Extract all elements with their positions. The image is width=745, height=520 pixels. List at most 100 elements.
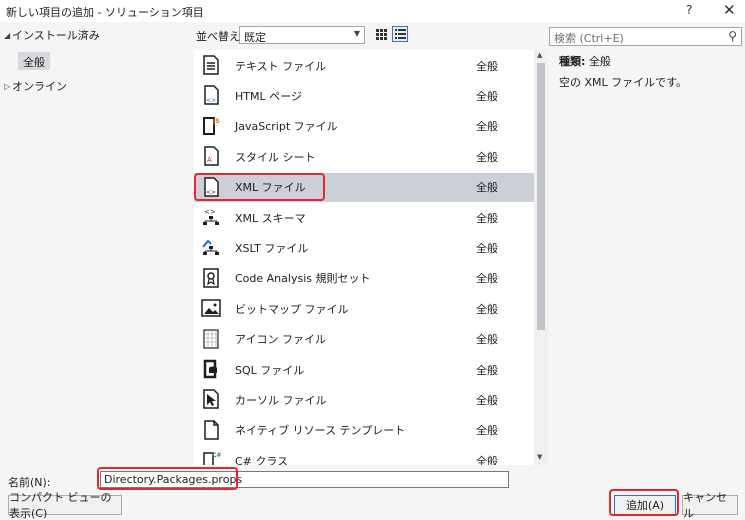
- template-item-category: 全般: [476, 120, 498, 134]
- sort-dropdown-value: 既定: [244, 31, 266, 44]
- template-item-name: JavaScript ファイル: [235, 120, 338, 134]
- template-item-category: 全般: [476, 59, 498, 73]
- compact-view-button[interactable]: コンパクト ビューの表示(C): [8, 491, 122, 520]
- template-item-category: 全般: [476, 333, 498, 347]
- template-item[interactable]: XSLT ファイル 全般: [194, 233, 534, 262]
- svg-text:JS: JS: [212, 118, 220, 125]
- svg-text:<>: <>: [204, 208, 216, 216]
- add-button[interactable]: 追加(A): [614, 495, 676, 515]
- svg-text:A: A: [207, 156, 212, 164]
- template-item-category: 全般: [476, 241, 498, 255]
- template-list: テキスト ファイル 全般 <> HTML ページ 全般 JS JavaScript ファイル…: [194, 50, 548, 465]
- template-item-name: ビットマップ ファイル: [235, 302, 349, 316]
- sort-label: 並べ替え:: [196, 30, 244, 43]
- list-scrollbar[interactable]: ▲ ▼: [534, 50, 548, 465]
- template-item-name: XML スキーマ: [235, 211, 306, 225]
- title-bar: 新しい項目の追加 - ソリューション項目 ? ✕: [0, 0, 745, 22]
- template-item[interactable]: A スタイル シート 全般: [194, 142, 534, 171]
- tree-item-installed[interactable]: ◢ インストール済み: [0, 26, 100, 44]
- expanded-arrow-icon[interactable]: ◢: [0, 31, 12, 40]
- template-item-name: テキスト ファイル: [235, 59, 327, 73]
- template-item-category: 全般: [476, 393, 498, 407]
- template-item-category: 全般: [476, 150, 498, 164]
- svg-text:C#: C#: [212, 452, 221, 459]
- bitmap-file-icon: [200, 297, 222, 319]
- template-item[interactable]: <> HTML ページ 全般: [194, 81, 534, 110]
- collapsed-arrow-icon[interactable]: ▷: [0, 82, 12, 91]
- scroll-thumb[interactable]: [537, 63, 545, 330]
- template-item-name: スタイル シート: [235, 150, 316, 164]
- template-item[interactable]: アイコン ファイル 全般: [194, 325, 534, 354]
- list-view-icon: [394, 28, 406, 39]
- name-label: 名前(N):: [8, 476, 51, 489]
- stylesheet-icon: A: [200, 145, 222, 167]
- template-item-name: HTML ページ: [235, 89, 302, 103]
- template-item[interactable]: <> XML ファイル 全般: [194, 172, 534, 202]
- detail-type: 種類: 全般: [559, 53, 611, 69]
- cursor-file-icon: [200, 388, 222, 410]
- javascript-file-icon: JS: [200, 115, 222, 137]
- help-button[interactable]: ?: [686, 3, 692, 17]
- icon-file-icon: [200, 328, 222, 350]
- template-item-category: 全般: [476, 181, 498, 195]
- template-item[interactable]: ネイティブ リソース テンプレート 全般: [194, 416, 534, 445]
- text-file-icon: [200, 54, 222, 76]
- template-item-category: 全般: [476, 363, 498, 377]
- template-item-name: アイコン ファイル: [235, 333, 326, 347]
- scroll-down-icon[interactable]: ▼: [537, 453, 542, 461]
- window-title: 新しい項目の追加 - ソリューション項目: [6, 6, 204, 19]
- template-item-category: 全般: [476, 302, 498, 316]
- template-category-tree: ◢ インストール済み 全般 ▷ オンライン: [0, 22, 192, 465]
- template-item-name: XSLT ファイル: [235, 241, 309, 255]
- tree-item-installed-label: インストール済み: [12, 29, 100, 42]
- template-item-name: C# クラス: [235, 454, 289, 465]
- template-item[interactable]: テキスト ファイル 全般: [194, 51, 534, 80]
- search-input[interactable]: 検索 (Ctrl+E) ⚲: [549, 27, 742, 46]
- template-item[interactable]: ビットマップ ファイル 全般: [194, 294, 534, 323]
- detail-type-value: 全般: [588, 55, 611, 68]
- sql-file-icon: [200, 358, 222, 380]
- detail-description: 空の XML ファイルです。: [559, 76, 688, 89]
- sort-dropdown[interactable]: 既定 ▼: [239, 26, 365, 44]
- html-page-icon: <>: [200, 84, 222, 106]
- details-pane: 検索 (Ctrl+E) ⚲ 種類: 全般 空の XML ファイルです。: [549, 22, 745, 465]
- template-item-name: カーソル ファイル: [235, 393, 327, 407]
- search-icon[interactable]: ⚲: [728, 29, 737, 43]
- template-item[interactable]: Code Analysis 規則セット 全般: [194, 264, 534, 293]
- xml-schema-icon: <>: [200, 206, 222, 228]
- template-item[interactable]: JS JavaScript ファイル 全般: [194, 112, 534, 141]
- scroll-up-icon[interactable]: ▲: [537, 51, 542, 59]
- template-item-category: 全般: [476, 89, 498, 103]
- template-item[interactable]: <> XML スキーマ 全般: [194, 203, 534, 232]
- template-item[interactable]: カーソル ファイル 全般: [194, 385, 534, 414]
- xml-file-icon: <>: [200, 176, 222, 198]
- sort-bar: 並べ替え: 既定 ▼: [196, 26, 365, 45]
- template-item-category: 全般: [476, 454, 498, 465]
- ruleset-icon: [200, 267, 222, 289]
- cancel-button[interactable]: キャンセル: [682, 491, 738, 520]
- name-field[interactable]: Directory.Packages.props: [100, 471, 509, 488]
- chevron-down-icon: ▼: [353, 29, 360, 38]
- svg-text:<>: <>: [206, 189, 216, 196]
- grid-view-icon: [375, 28, 387, 40]
- template-item-category: 全般: [476, 272, 498, 286]
- csharp-class-icon: C#: [200, 449, 222, 465]
- grid-view-button[interactable]: [373, 26, 389, 42]
- template-item-name: SQL ファイル: [235, 363, 305, 377]
- tree-item-online-label: オンライン: [12, 80, 67, 93]
- native-resource-template-icon: [200, 419, 222, 441]
- tree-item-online[interactable]: ▷ オンライン: [0, 77, 67, 95]
- template-item[interactable]: C# C# クラス 全般: [194, 446, 534, 465]
- tree-item-general[interactable]: 全般: [18, 52, 50, 70]
- template-item[interactable]: SQL ファイル 全般: [194, 355, 534, 384]
- close-button[interactable]: ✕: [723, 1, 736, 19]
- template-item-category: 全般: [476, 424, 498, 438]
- template-item-name: XML ファイル: [235, 181, 306, 195]
- template-item-category: 全般: [476, 211, 498, 225]
- svg-text:<>: <>: [206, 97, 216, 104]
- detail-type-label: 種類:: [559, 55, 586, 68]
- search-placeholder: 検索 (Ctrl+E): [554, 32, 624, 45]
- list-view-button[interactable]: [392, 26, 408, 42]
- xslt-file-icon: [200, 236, 222, 258]
- template-item-name: ネイティブ リソース テンプレート: [235, 424, 406, 438]
